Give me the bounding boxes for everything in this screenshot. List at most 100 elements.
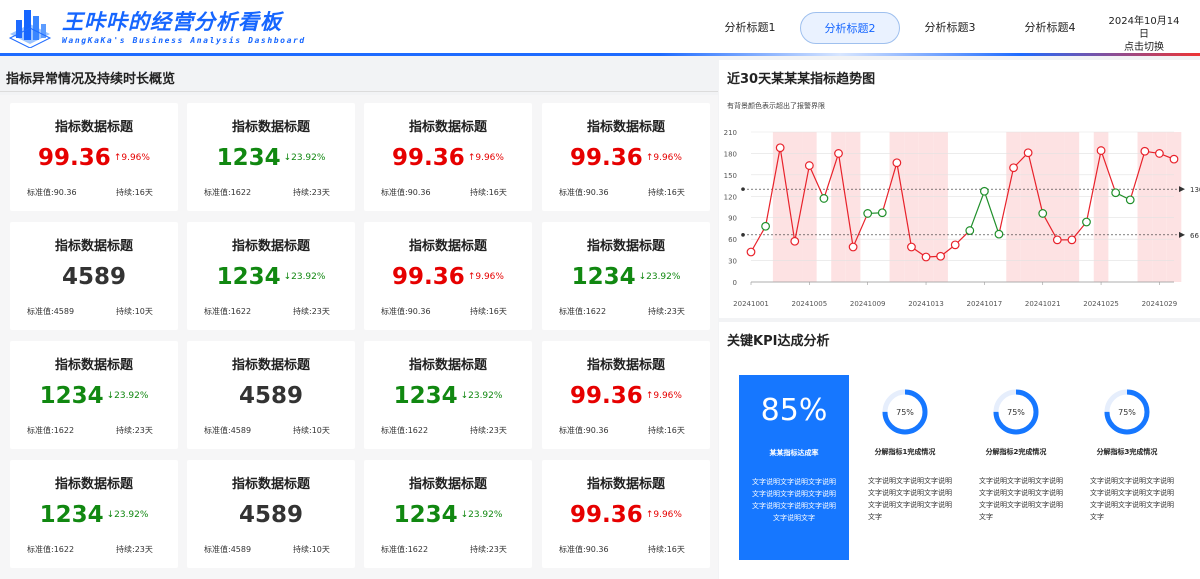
metric-card: 指标数据标题 99.36 ↑9.96% 标准值:90.36 持续:16天	[364, 222, 532, 330]
metric-standard-value: 标准值:90.36	[559, 545, 609, 554]
metric-value: 1234	[39, 502, 104, 528]
series-segment	[983, 191, 1000, 235]
kpi-main-label: 某某指标达成率	[769, 449, 819, 457]
data-point	[994, 229, 1004, 239]
ring-percent-label: 75%	[1007, 408, 1025, 417]
metric-title: 指标数据标题	[408, 120, 487, 135]
header-divider	[0, 53, 1200, 56]
metric-duration: 持续:16天	[470, 307, 507, 316]
metric-duration: 持续:16天	[648, 426, 685, 435]
metric-standard-value: 标准值:90.36	[381, 307, 431, 316]
metric-change: ↓23.92%	[283, 153, 326, 163]
metric-value-row: 1234 ↓23.92%	[364, 383, 532, 409]
tab-analysis-4[interactable]: 分析标题4	[1000, 12, 1100, 44]
metric-value-row: 4589	[10, 264, 178, 290]
metric-duration: 持续:10天	[293, 545, 330, 554]
progress-ring-icon: 75%	[1104, 389, 1150, 435]
metric-value-row: 99.36 ↑9.96%	[364, 264, 532, 290]
metric-standard-value: 标准值:90.36	[559, 426, 609, 435]
kpi-item: 75% 分解指标2完成情况 文字说明文字说明文字说明文字说明文字说明文字说明文字…	[971, 375, 1063, 565]
alarm-band	[845, 132, 861, 282]
threshold-arrow-icon	[1179, 231, 1185, 238]
metric-value: 99.36	[38, 145, 111, 171]
metric-title: 指标数据标题	[586, 477, 665, 492]
kpi-main-card: 85% 某某指标达成率 文字说明文字说明文字说明文字说明文字说明文字说明文字说明…	[739, 375, 849, 560]
y-tick-label: 60	[728, 236, 737, 244]
metric-duration: 持续:23天	[116, 545, 153, 554]
metric-standard-value: 标准值:1622	[204, 188, 252, 197]
metric-change: ↓23.92%	[283, 272, 326, 282]
metric-value: 4589	[238, 502, 303, 528]
metric-standard-value: 标准值:1622	[204, 307, 252, 316]
metric-title: 指标数据标题	[231, 358, 310, 373]
metric-title: 指标数据标题	[586, 239, 665, 254]
data-point	[790, 236, 800, 246]
data-point	[834, 149, 843, 158]
metric-card-grid: 指标数据标题 99.36 ↑9.96% 标准值:90.36 持续:16天 指标数据标题 12…	[0, 95, 718, 579]
progress-ring-icon: 75%	[993, 389, 1039, 435]
metric-duration: 持续:10天	[116, 307, 153, 316]
metric-value-row: 4589	[187, 502, 355, 528]
metric-title: 指标数据标题	[586, 120, 665, 135]
data-point	[979, 186, 989, 196]
data-point	[1023, 148, 1033, 158]
data-point	[1096, 146, 1106, 155]
dashboard-subtitle: WangKaKa's Business Analysis Dashboard	[62, 36, 306, 45]
metric-value-row: 1234 ↓23.92%	[187, 264, 355, 290]
dashboard-title: 王咔咔的经营分析看板	[62, 10, 282, 34]
tab-analysis-3[interactable]: 分析标题3	[900, 12, 1000, 44]
data-point	[1169, 154, 1179, 164]
metric-title: 指标数据标题	[54, 477, 133, 492]
metric-change: ↓23.92%	[638, 272, 681, 282]
metric-change: ↑9.96%	[113, 153, 150, 163]
metric-value-row: 99.36 ↑9.96%	[10, 145, 178, 171]
metric-duration: 持续:23天	[470, 545, 507, 554]
kpi-main-text: 文字说明文字说明文字说明文字说明文字说明文字说明文字说明文字说明文字说明文字说明…	[752, 478, 836, 522]
metric-value-row: 1234 ↓23.92%	[364, 502, 532, 528]
tab-bar: 分析标题1 分析标题2 分析标题3 分析标题4	[700, 12, 1100, 44]
metric-change: ↑9.96%	[645, 153, 682, 163]
data-point	[1125, 195, 1135, 205]
metric-value: 1234	[393, 502, 458, 528]
metric-change: ↓23.92%	[460, 391, 503, 401]
metric-title: 指标数据标题	[586, 358, 665, 373]
trend-title: 近30天某某某指标趋势图	[727, 72, 876, 87]
metric-value: 4589	[61, 264, 126, 290]
logo-icon	[8, 10, 52, 48]
threshold-label: 130	[1190, 186, 1200, 194]
metric-title: 指标数据标题	[54, 239, 133, 254]
alarm-band	[1035, 132, 1051, 282]
alarm-band	[889, 132, 905, 282]
metric-change: ↑9.96%	[645, 391, 682, 401]
metric-title: 指标数据标题	[231, 239, 310, 254]
alarm-band	[1006, 132, 1021, 282]
metric-standard-value: 标准值:90.36	[559, 188, 609, 197]
metric-change: ↓23.92%	[106, 391, 149, 401]
section-title-overview: 指标异常情况及持续时长概览	[0, 60, 718, 92]
current-date: 2024年10月14日	[1108, 16, 1180, 40]
metric-value: 4589	[238, 383, 303, 409]
y-tick-label: 180	[724, 150, 737, 158]
tab-analysis-1[interactable]: 分析标题1	[700, 12, 800, 44]
tab-analysis-2[interactable]: 分析标题2	[800, 12, 900, 44]
kpi-panel: 关键KPI达成分析 85% 某某指标达成率 文字说明文字说明文字说明文字说明文字…	[719, 322, 1200, 579]
date-switcher[interactable]: 2024年10月14日 点击切换	[1104, 15, 1184, 54]
data-point	[1067, 235, 1077, 245]
metric-card: 指标数据标题 99.36 ↑9.96% 标准值:90.36 持续:16天	[10, 103, 178, 211]
alarm-band	[772, 132, 788, 282]
kpi-main-value: 85%	[760, 393, 828, 428]
metric-change: ↑9.96%	[467, 272, 504, 282]
series-segment	[969, 191, 985, 231]
ring-percent-label: 75%	[1118, 408, 1136, 417]
y-tick-label: 120	[724, 193, 737, 201]
x-tick-label: 20241017	[967, 300, 1003, 308]
metric-card: 指标数据标题 99.36 ↑9.96% 标准值:90.36 持续:16天	[542, 341, 710, 449]
metric-standard-value: 标准值:1622	[381, 426, 429, 435]
metric-card: 指标数据标题 1234 ↓23.92% 标准值:1622 持续:23天	[187, 222, 355, 330]
kpi-item-label: 分解指标1完成情况	[874, 448, 936, 456]
kpi-title: 关键KPI达成分析	[727, 334, 830, 349]
metric-title: 指标数据标题	[408, 477, 487, 492]
metric-change: ↑9.96%	[467, 153, 504, 163]
metric-card: 指标数据标题 99.36 ↑9.96% 标准值:90.36 持续:16天	[542, 460, 710, 568]
metric-value: 99.36	[392, 145, 465, 171]
